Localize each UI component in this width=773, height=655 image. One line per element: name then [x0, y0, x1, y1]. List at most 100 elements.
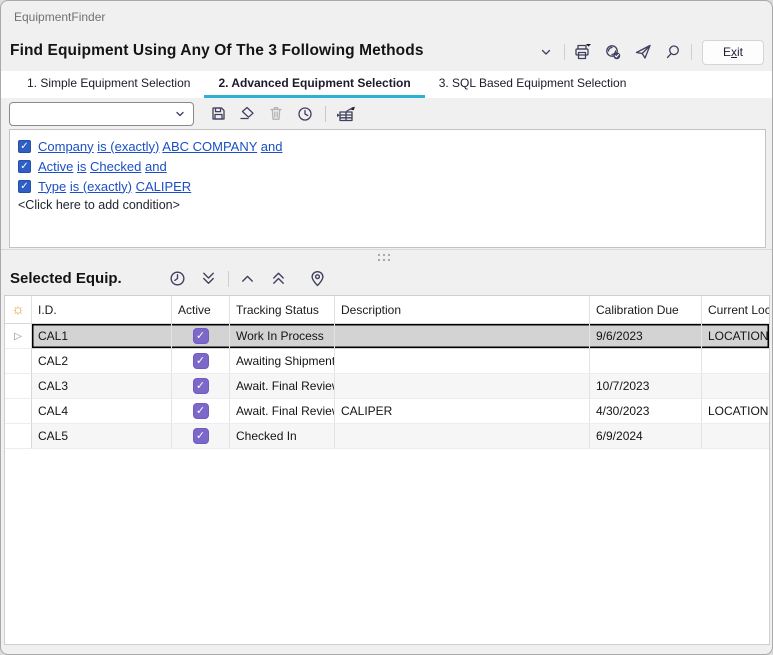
- cell-current-location[interactable]: [702, 374, 769, 398]
- send-icon[interactable]: [631, 40, 655, 64]
- cell-id[interactable]: CAL1: [32, 324, 172, 348]
- condition-field-link[interactable]: Active: [38, 159, 73, 174]
- add-condition-link[interactable]: <Click here to add condition>: [18, 198, 180, 212]
- separator: [564, 44, 565, 60]
- cell-current-location[interactable]: [702, 424, 769, 448]
- search-icon[interactable]: [661, 40, 685, 64]
- condition-value-link[interactable]: Checked: [90, 159, 141, 174]
- cell-tracking-status[interactable]: Checked In: [230, 424, 335, 448]
- cell-calibration-due[interactable]: 10/7/2023: [590, 374, 702, 398]
- separator: [228, 271, 229, 287]
- condition-checkbox[interactable]: ✓: [18, 160, 31, 173]
- condition-operator-link[interactable]: is: [77, 159, 86, 174]
- condition-operator-link[interactable]: is (exactly): [97, 139, 159, 154]
- table-row[interactable]: CAL4 ✓ Await. Final Review CALIPER 4/30/…: [5, 399, 769, 424]
- titlebar: EquipmentFinder: [1, 1, 772, 33]
- cell-description[interactable]: [335, 374, 590, 398]
- row-selector[interactable]: [5, 399, 32, 424]
- tab-sql-based-equipment-selection[interactable]: 3. SQL Based Equipment Selection: [425, 71, 641, 98]
- table-row[interactable]: CAL5 ✓ Checked In 6/9/2024: [5, 424, 769, 449]
- row-cells[interactable]: CAL4 ✓ Await. Final Review CALIPER 4/30/…: [32, 399, 769, 424]
- column-header-calibration-due[interactable]: Calibration Due: [590, 296, 702, 323]
- separator: [691, 44, 692, 60]
- cell-calibration-due[interactable]: 4/30/2023: [590, 399, 702, 423]
- table-row[interactable]: CAL3 ✓ Await. Final Review 10/7/2023: [5, 374, 769, 399]
- cell-calibration-due[interactable]: 9/6/2023: [590, 324, 702, 348]
- column-header-description[interactable]: Description: [335, 296, 590, 323]
- active-checkbox[interactable]: ✓: [193, 353, 209, 369]
- condition-field-link[interactable]: Type: [38, 179, 66, 194]
- condition-value-link[interactable]: ABC COMPANY: [162, 139, 257, 154]
- move-up-all-icon[interactable]: [267, 267, 291, 291]
- condition-conjunction-link[interactable]: and: [261, 139, 283, 154]
- condition-conjunction-link[interactable]: and: [145, 159, 167, 174]
- cell-active: ✓: [172, 399, 230, 423]
- history-icon[interactable]: [166, 267, 190, 291]
- cell-id[interactable]: CAL2: [32, 349, 172, 373]
- condition-operator-link[interactable]: is (exactly): [70, 179, 132, 194]
- active-checkbox[interactable]: ✓: [193, 428, 209, 444]
- condition-row: ✓ Active is Checked and: [18, 156, 757, 176]
- exit-button[interactable]: Exit: [702, 40, 764, 65]
- save-query-icon[interactable]: [206, 102, 230, 126]
- cell-tracking-status[interactable]: Awaiting Shipment: [230, 349, 335, 373]
- column-chooser-sun-icon[interactable]: ☼: [5, 296, 32, 323]
- cell-description[interactable]: [335, 424, 590, 448]
- row-cells[interactable]: CAL1 ✓ Work In Process 9/6/2023 LOCATION…: [32, 324, 769, 349]
- print-icon[interactable]: [571, 40, 595, 64]
- active-checkbox[interactable]: ✓: [193, 403, 209, 419]
- clear-conditions-icon[interactable]: [235, 102, 259, 126]
- row-cells[interactable]: CAL2 ✓ Awaiting Shipment: [32, 349, 769, 374]
- splitter-line: [1, 249, 772, 250]
- row-cells[interactable]: CAL3 ✓ Await. Final Review 10/7/2023: [32, 374, 769, 399]
- cell-id[interactable]: CAL5: [32, 424, 172, 448]
- cell-tracking-status[interactable]: Await. Final Review: [230, 399, 335, 423]
- tab-advanced-equipment-selection[interactable]: 2. Advanced Equipment Selection: [204, 71, 424, 98]
- chevron-down-icon: [174, 108, 186, 120]
- cell-tracking-status[interactable]: Work In Process: [230, 324, 335, 348]
- condition-checkbox[interactable]: ✓: [18, 140, 31, 153]
- table-row[interactable]: CAL2 ✓ Awaiting Shipment: [5, 349, 769, 374]
- location-pin-icon[interactable]: [306, 267, 330, 291]
- splitter-grip[interactable]: [378, 254, 390, 261]
- collapse-chevron-icon[interactable]: [534, 40, 558, 64]
- move-up-icon[interactable]: [236, 267, 260, 291]
- column-header-current-location[interactable]: Current Location: [702, 296, 769, 323]
- tab-simple-equipment-selection[interactable]: 1. Simple Equipment Selection: [13, 71, 204, 98]
- condition-value-link[interactable]: CALIPER: [136, 179, 192, 194]
- results-section-title: Selected Equip.: [10, 270, 122, 287]
- cell-calibration-due[interactable]: 6/9/2024: [590, 424, 702, 448]
- active-checkbox[interactable]: ✓: [193, 328, 209, 344]
- row-selector[interactable]: [5, 349, 32, 374]
- cell-description[interactable]: [335, 349, 590, 373]
- cell-current-location[interactable]: LOCATION 1: [702, 399, 769, 423]
- cell-description[interactable]: CALIPER: [335, 399, 590, 423]
- row-selector[interactable]: [5, 424, 32, 449]
- cell-tracking-status[interactable]: Await. Final Review: [230, 374, 335, 398]
- cell-current-location[interactable]: LOCATION 1: [702, 324, 769, 348]
- delete-query-icon[interactable]: [264, 102, 288, 126]
- separator: [325, 106, 326, 122]
- column-header-tracking-status[interactable]: Tracking Status: [230, 296, 335, 323]
- active-checkbox[interactable]: ✓: [193, 378, 209, 394]
- cell-current-location[interactable]: [702, 349, 769, 373]
- cell-calibration-due[interactable]: [590, 349, 702, 373]
- column-header-id[interactable]: I.D.: [32, 296, 172, 323]
- saved-query-combobox[interactable]: [9, 102, 194, 126]
- grid-header: ☼ I.D. Active Tracking Status Descriptio…: [5, 296, 769, 324]
- cell-id[interactable]: CAL3: [32, 374, 172, 398]
- column-header-active[interactable]: Active: [172, 296, 230, 323]
- row-cells[interactable]: CAL5 ✓ Checked In 6/9/2024: [32, 424, 769, 449]
- row-selector[interactable]: ▷: [5, 324, 32, 349]
- condition-checkbox[interactable]: ✓: [18, 180, 31, 193]
- cell-description[interactable]: [335, 324, 590, 348]
- table-row[interactable]: ▷ CAL1 ✓ Work In Process 9/6/2023 LOCATI…: [5, 324, 769, 349]
- query-history-icon[interactable]: [293, 102, 317, 126]
- move-down-all-icon[interactable]: [197, 267, 221, 291]
- run-query-to-grid-icon[interactable]: [334, 102, 358, 126]
- condition-field-link[interactable]: Company: [38, 139, 94, 154]
- cell-id[interactable]: CAL4: [32, 399, 172, 423]
- row-selector[interactable]: [5, 374, 32, 399]
- results-section-bar: Selected Equip.: [1, 262, 772, 295]
- gear-check-icon[interactable]: [601, 40, 625, 64]
